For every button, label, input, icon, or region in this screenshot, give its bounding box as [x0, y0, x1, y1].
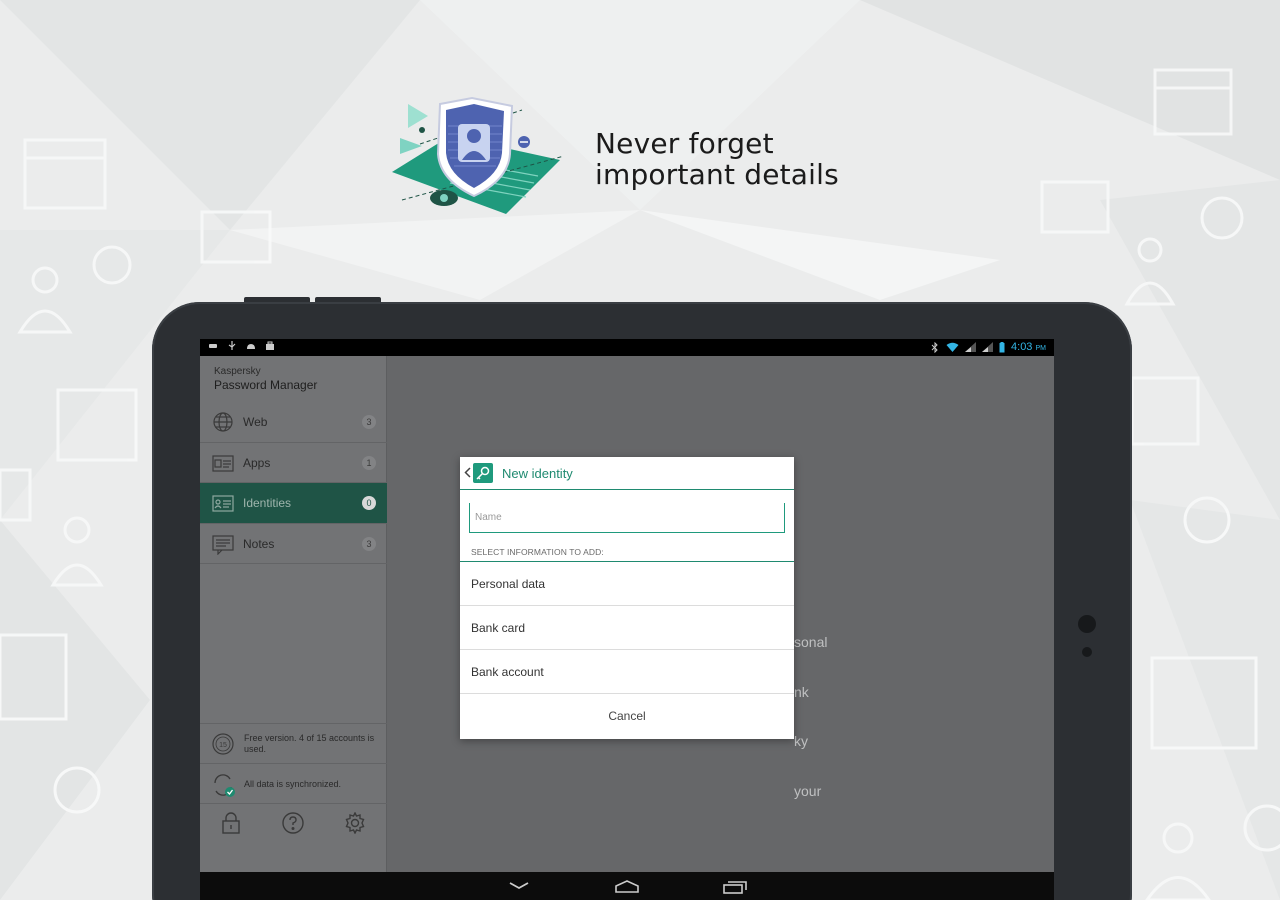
option-label: Bank account: [471, 665, 544, 679]
identity-shield-illustration: [388, 96, 568, 216]
status-ampm: PM: [1035, 345, 1047, 352]
navigation-drawer: Kaspersky Password Manager Web 3 Apps 1: [200, 356, 387, 872]
nav-item-web[interactable]: Web 3: [200, 402, 387, 443]
section-label: SELECT INFORMATION TO ADD:: [471, 547, 604, 557]
notes-icon: [212, 534, 234, 555]
nav-count-badge: 1: [362, 455, 376, 470]
content-peek-line: sonal: [794, 634, 828, 650]
nav-label: Identities: [243, 496, 292, 510]
content-peek-line: nk: [794, 683, 809, 700]
name-input[interactable]: [469, 503, 785, 533]
briefcase-icon: [265, 341, 274, 351]
nav-item-identities[interactable]: Identities 0: [200, 483, 387, 524]
back-chevron-icon[interactable]: [464, 467, 471, 481]
bluetooth-off-icon: [931, 341, 938, 353]
sync-check-icon: [214, 774, 235, 797]
android-debug-icon: [246, 341, 255, 351]
drawer-actions: [200, 803, 387, 839]
nav-count-badge: 3: [362, 415, 376, 429]
battery-icon: [999, 341, 1005, 352]
cancel-button[interactable]: Cancel: [460, 694, 794, 739]
apps-card-icon: [212, 454, 234, 472]
app-brand: Kaspersky Password Manager: [214, 366, 317, 392]
option-label: Personal data: [471, 577, 546, 591]
usb-icon: [227, 341, 236, 351]
sync-text: All data is synchronized.: [244, 779, 342, 789]
license-text: Free version. 4 of 15 accounts is used.: [244, 733, 375, 754]
content-peek-line: your: [794, 782, 822, 799]
content-text-peek: sonal nk ky your: [794, 601, 827, 832]
lock-icon[interactable]: [221, 812, 241, 834]
nav-count-badge: 3: [362, 536, 376, 551]
recent-apps-icon[interactable]: [723, 880, 747, 894]
globe-icon: [213, 412, 233, 432]
license-badge-number: 15: [219, 742, 227, 749]
system-navigation-bar: [200, 872, 1054, 900]
nav-item-notes[interactable]: Notes 3: [200, 524, 387, 564]
nav-label: Apps: [243, 455, 271, 470]
option-label: Bank card: [471, 621, 526, 635]
nav-label: Notes: [243, 536, 275, 551]
help-icon[interactable]: [282, 812, 304, 834]
status-clock: 4:03 PM: [1011, 341, 1046, 353]
dialog-header: New identity: [460, 457, 794, 490]
settings-gear-icon[interactable]: [344, 812, 366, 834]
hero-title: Never forget important details: [595, 128, 839, 190]
signal-icon: [965, 342, 977, 352]
nav-item-apps[interactable]: Apps 1: [200, 443, 387, 483]
content-peek-line: ky: [794, 733, 808, 749]
drawer-nav: Web 3 Apps 1 Identities 0 Notes 3: [200, 402, 387, 564]
nav-count-badge: 0: [362, 496, 376, 510]
license-badge-icon: 15: [212, 733, 234, 755]
tablet-screen: 4:03 PM Kaspersky Password Manager Web 3…: [200, 339, 1054, 900]
signal-icon: [982, 342, 994, 352]
option-personal-data[interactable]: Personal data: [460, 562, 794, 606]
id-card-icon: [212, 495, 234, 512]
status-time: 4:03: [1011, 341, 1033, 353]
debug-icon: [208, 341, 217, 351]
nav-label: Web: [243, 415, 268, 429]
brand-company: Kaspersky: [214, 366, 261, 377]
sync-status[interactable]: All data is synchronized.: [200, 763, 387, 803]
drawer-footer: 15 Free version. 4 of 15 accounts is use…: [200, 723, 387, 803]
hero-title-line1: Never forget: [595, 127, 774, 160]
status-bar: 4:03 PM: [200, 339, 1054, 356]
tablet-camera: [1078, 615, 1096, 633]
option-bank-account[interactable]: Bank account: [460, 650, 794, 694]
hero-title-line2: important details: [595, 158, 839, 191]
new-identity-dialog: New identity SELECT INFORMATION TO ADD: …: [460, 457, 794, 739]
tablet-sensor: [1082, 647, 1092, 657]
license-status[interactable]: 15 Free version. 4 of 15 accounts is use…: [200, 723, 387, 763]
wifi-icon: [946, 342, 959, 352]
home-nav-icon[interactable]: [614, 880, 640, 894]
option-bank-card[interactable]: Bank card: [460, 606, 794, 650]
back-nav-icon[interactable]: [508, 880, 530, 892]
brand-product: Password Manager: [214, 378, 318, 392]
app-key-logo-icon: [473, 463, 493, 483]
dialog-title: New identity: [502, 466, 573, 481]
